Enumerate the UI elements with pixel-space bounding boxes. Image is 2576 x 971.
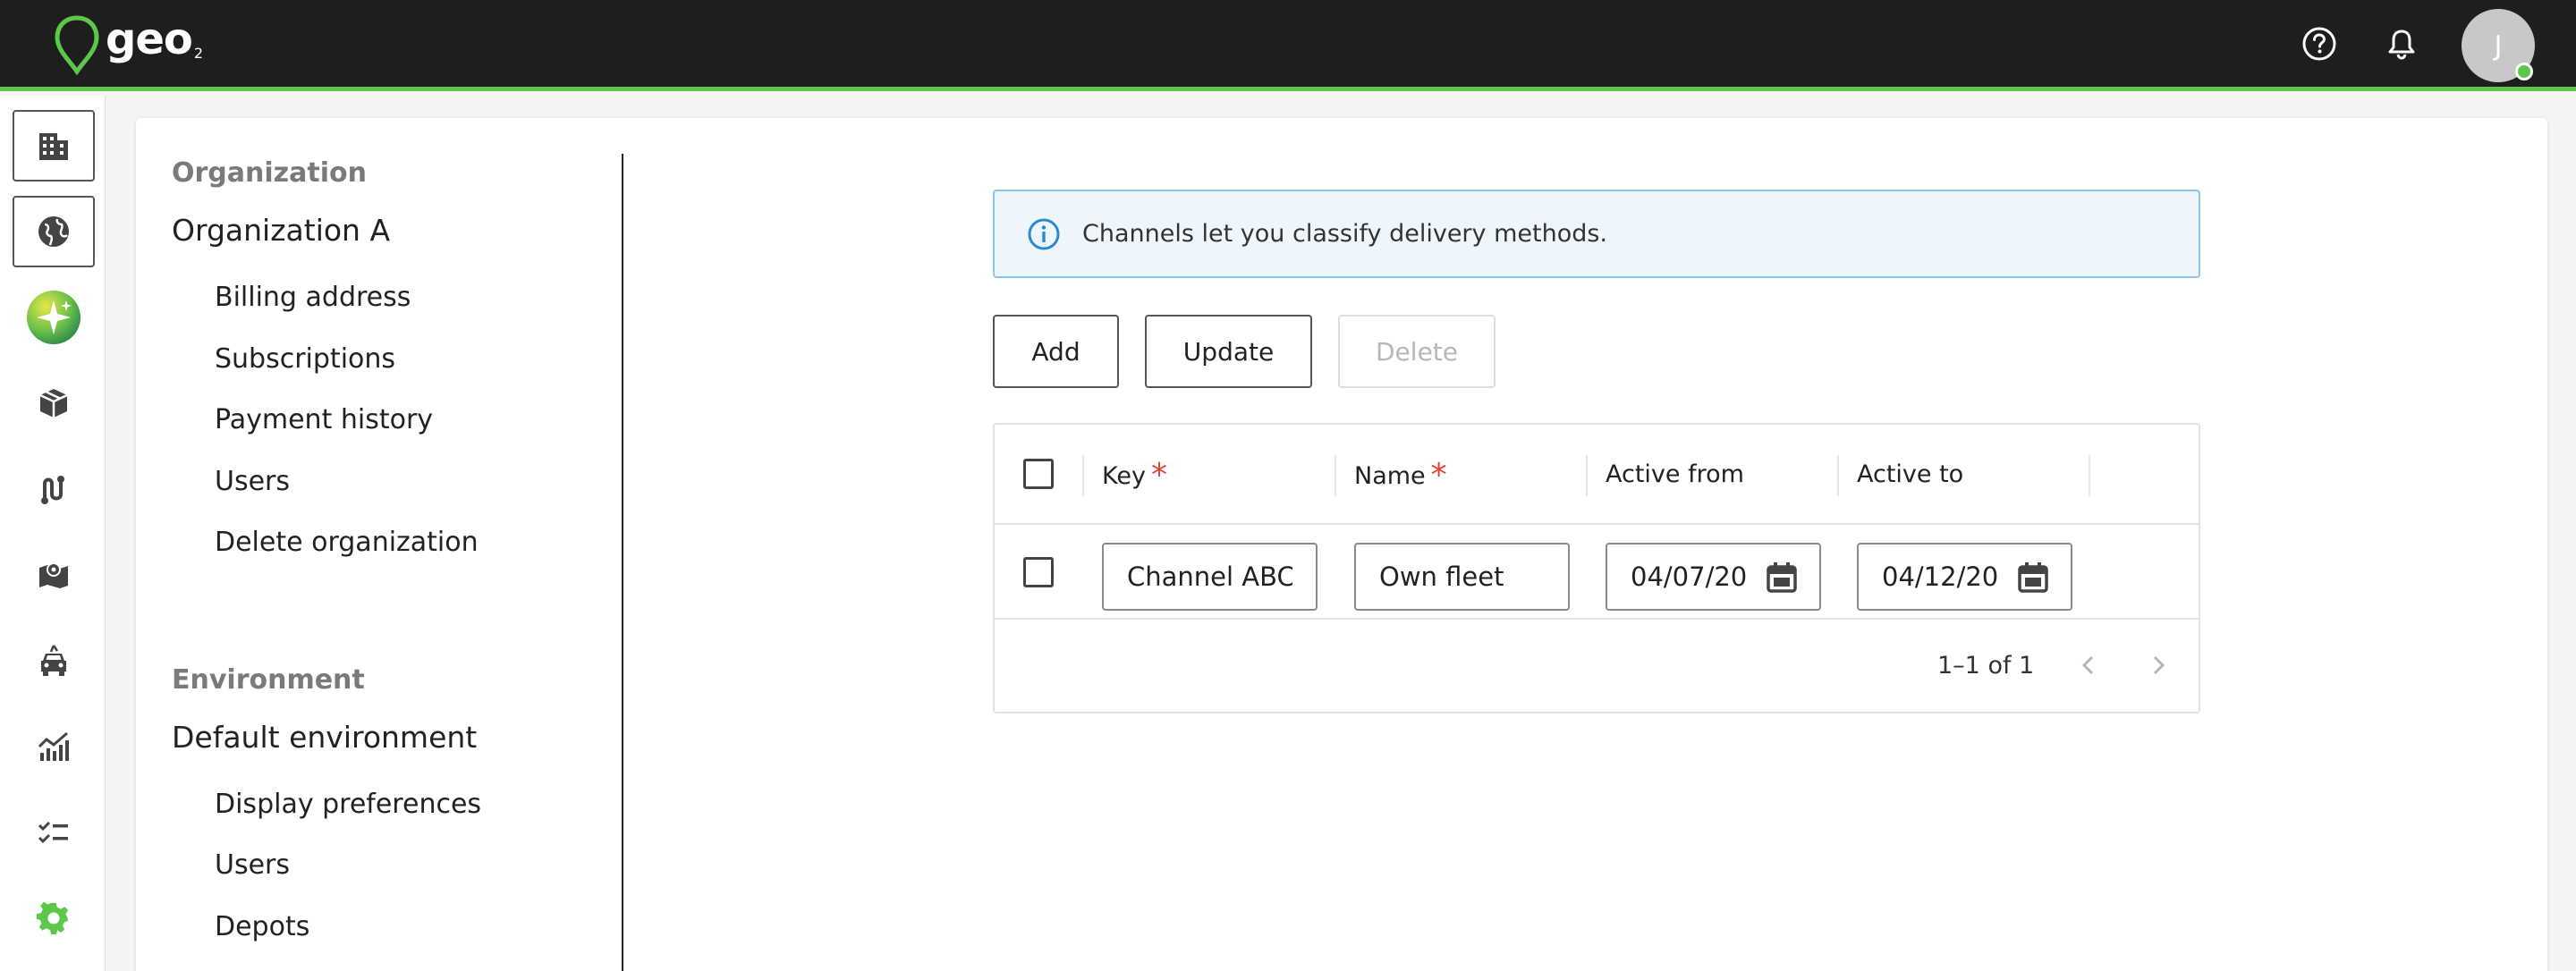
analytics-icon[interactable] [13, 711, 95, 782]
route-icon[interactable] [13, 453, 95, 525]
globe-icon[interactable] [13, 196, 95, 267]
column-separator [1335, 455, 1336, 496]
logo-subscript: 2 [193, 45, 204, 62]
info-banner-text: Channels let you classify delivery metho… [1082, 220, 1608, 248]
table-row [995, 525, 2199, 620]
row-checkbox[interactable] [1023, 557, 1054, 587]
nav-link-display-preferences[interactable]: Display preferences [215, 789, 481, 820]
key-input[interactable] [1102, 543, 1318, 611]
chevron-left-icon[interactable] [2068, 645, 2109, 686]
table-footer: 1–1 of 1 [995, 620, 2199, 713]
app-logo[interactable]: geo 2 [52, 14, 204, 75]
column-separator [1586, 455, 1588, 496]
logo-text: geo [106, 14, 193, 64]
column-separator [1837, 455, 1839, 496]
vehicle-icon[interactable] [13, 625, 95, 697]
nav-link-delete-organization[interactable]: Delete organization [215, 527, 479, 558]
column-header-active-from[interactable]: Active from [1606, 460, 1744, 488]
user-avatar[interactable]: J [2462, 9, 2535, 82]
organization-section-title: Organization [172, 157, 367, 189]
chevron-right-icon[interactable] [2138, 645, 2179, 686]
nav-link-env-users[interactable]: Users [215, 849, 290, 881]
table-header: Key * Name * Active from Active to [995, 425, 2199, 525]
avatar-initial: J [2494, 30, 2503, 62]
top-bar: geo 2 J [0, 0, 2576, 91]
nav-link-depots[interactable]: Depots [215, 911, 309, 942]
column-label-name: Name [1354, 462, 1426, 490]
help-icon[interactable] [2299, 23, 2340, 64]
left-nav-rail [0, 96, 106, 971]
map-icon[interactable] [13, 539, 95, 611]
settings-icon[interactable] [13, 882, 95, 954]
required-asterisk: * [1150, 457, 1167, 494]
column-header-key[interactable]: Key * [1102, 457, 1167, 494]
settings-card: Organization Organization A Billing addr… [136, 118, 2547, 971]
organization-name[interactable]: Organization A [172, 213, 390, 248]
bell-icon[interactable] [2381, 23, 2422, 64]
channels-table: Key * Name * Active from Active to Chann… [993, 423, 2200, 713]
online-status-dot [2515, 63, 2533, 80]
building-icon[interactable] [13, 110, 95, 182]
nav-link-billing-address[interactable]: Billing address [215, 282, 411, 313]
nav-link-subscriptions[interactable]: Subscriptions [215, 343, 395, 375]
location-pin-icon [55, 15, 99, 75]
package-icon[interactable] [13, 367, 95, 439]
environment-section-title: Environment [172, 664, 365, 696]
name-input[interactable] [1354, 543, 1570, 611]
info-banner: Channels let you classify delivery metho… [993, 190, 2200, 278]
column-header-active-to[interactable]: Active to [1857, 460, 1963, 488]
update-button[interactable]: Update [1145, 315, 1312, 388]
calendar-icon[interactable] [1765, 561, 1799, 595]
info-icon [1028, 218, 1060, 249]
nav-link-org-users[interactable]: Users [215, 466, 290, 497]
nav-link-payment-history[interactable]: Payment history [215, 404, 433, 435]
column-label-key: Key [1102, 462, 1146, 490]
pagination-text: 1–1 of 1 [1937, 652, 2035, 680]
nav-divider [622, 154, 623, 971]
calendar-icon[interactable] [2016, 561, 2050, 595]
select-all-checkbox[interactable] [1023, 459, 1054, 489]
sparkle-icon[interactable] [13, 282, 95, 353]
delete-button: Delete [1338, 315, 1496, 388]
add-button[interactable]: Add [993, 315, 1119, 388]
environment-name[interactable]: Default environment [172, 720, 477, 755]
column-separator [2089, 455, 2090, 496]
column-header-name[interactable]: Name * [1354, 457, 1447, 494]
column-separator [1082, 455, 1084, 496]
required-asterisk: * [1430, 457, 1447, 494]
checklist-icon[interactable] [13, 797, 95, 868]
